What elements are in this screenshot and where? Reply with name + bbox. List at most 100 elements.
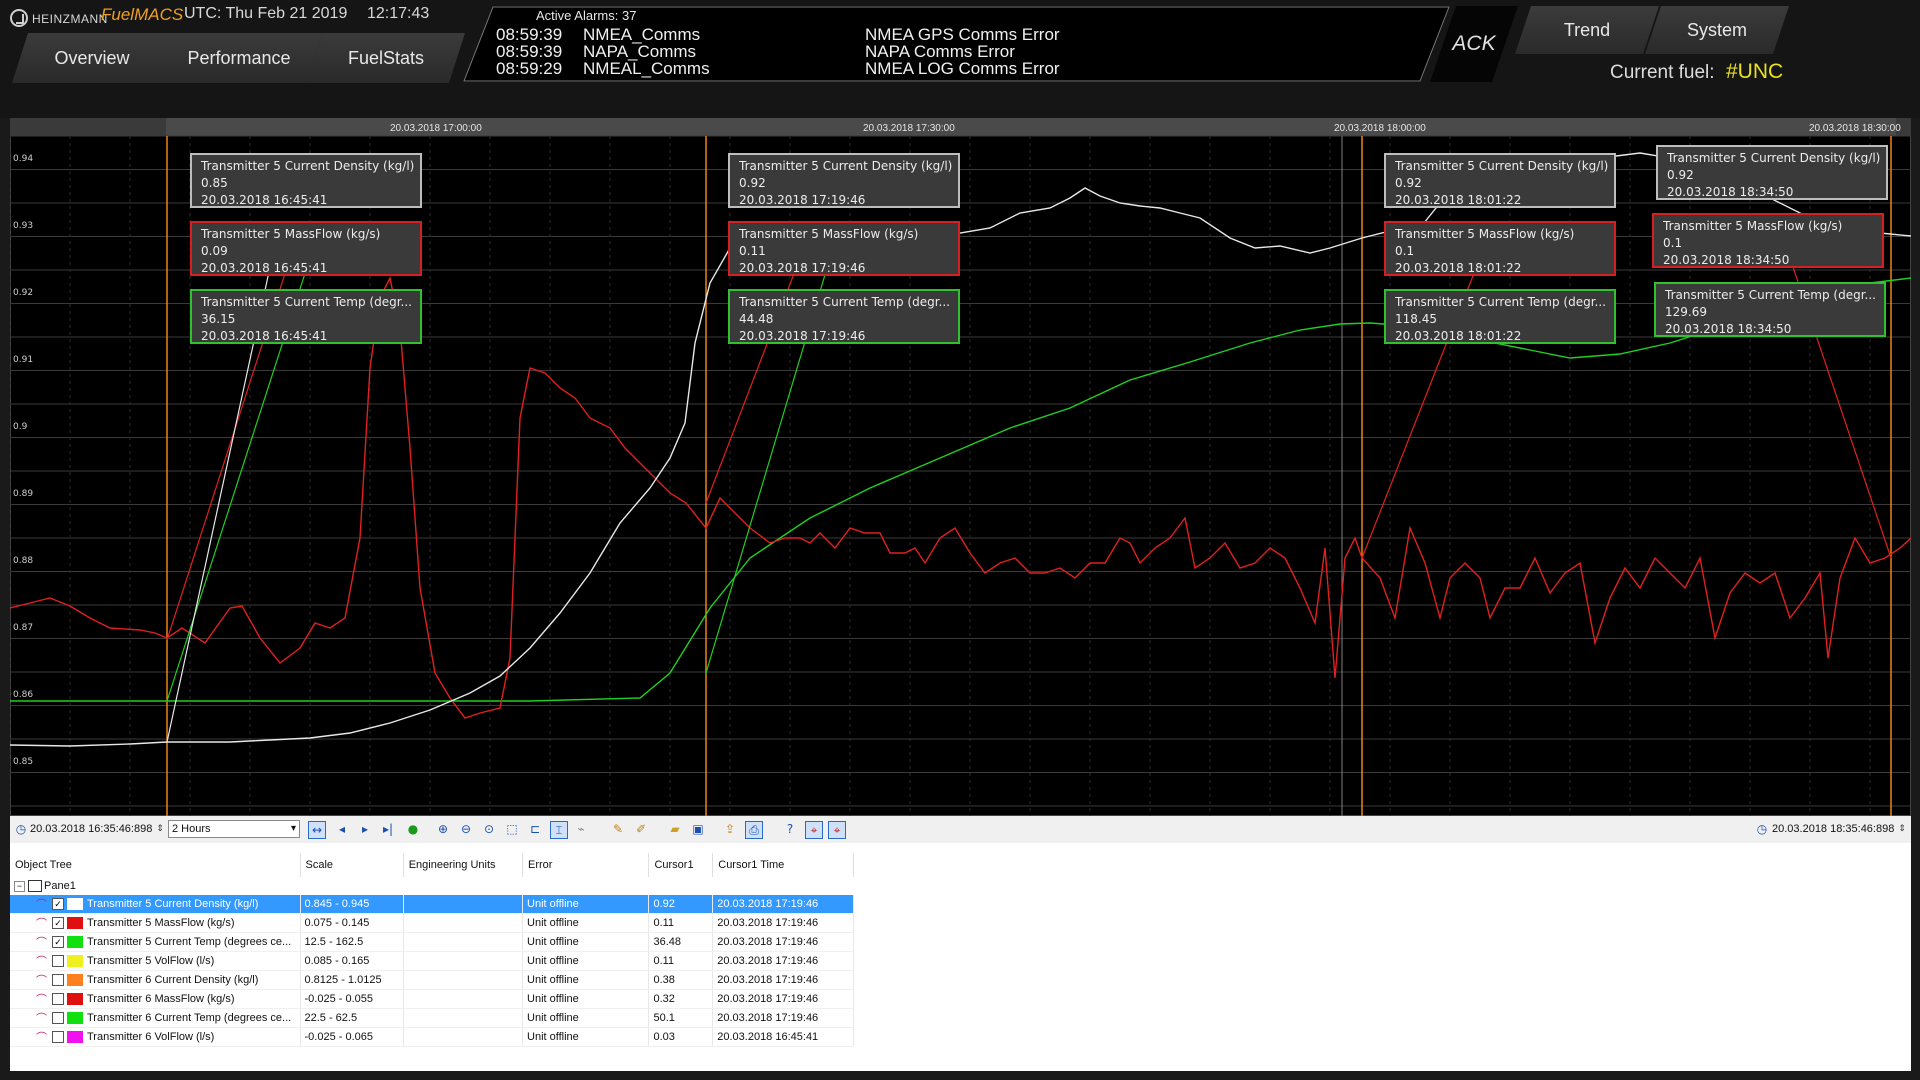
column-header[interactable]: Error (522, 853, 650, 877)
end-time-clock-icon[interactable]: ◷ (1754, 821, 1770, 837)
color-swatch[interactable] (67, 917, 83, 929)
cell-cursor-time: 20.03.2018 17:19:46 (712, 970, 854, 990)
next-icon[interactable]: ▸| (380, 821, 396, 837)
y-axis-labels: 0.94 0.93 0.92 0.91 0.9 0.89 0.88 0.87 0… (13, 154, 33, 767)
column-header[interactable]: Engineering Units (403, 853, 524, 877)
cursor-tooltip-density[interactable]: Transmitter 5 Current Density (kg/l) 0.9… (1656, 145, 1888, 200)
print-icon[interactable]: ⎙ (745, 821, 763, 839)
cursor-tooltip-massflow[interactable]: Transmitter 5 MassFlow (kg/s) 0.11 20.03… (728, 221, 960, 276)
zoom-in-icon[interactable]: ⊕ (435, 821, 451, 837)
tooltip-value: 0.09 (201, 244, 228, 258)
tooltip-title: Transmitter 5 Current Temp (degr... (739, 295, 950, 309)
tab-overview[interactable]: Overview (12, 33, 172, 83)
pen-alt-icon[interactable]: ✐ (633, 821, 649, 837)
cursor-tooltip-massflow[interactable]: Transmitter 5 MassFlow (kg/s) 0.1 20.03.… (1384, 221, 1616, 276)
open-icon[interactable]: ▰ (667, 821, 683, 837)
cell-name: ⌒ Transmitter 6 MassFlow (kg/s) (10, 989, 301, 1009)
cell-units (403, 951, 524, 971)
trend-line-icon: ⌒ (36, 975, 47, 987)
cursor-tooltip-temp[interactable]: Transmitter 5 Current Temp (degr... 44.4… (728, 289, 960, 344)
zoom-box-icon[interactable]: ⬚ (504, 821, 520, 837)
cursor-mode-1-icon[interactable]: ⌖ (805, 821, 823, 839)
help-icon[interactable]: ? (782, 821, 798, 837)
pane-row[interactable]: − Pane1 (10, 877, 854, 895)
visibility-checkbox[interactable]: ✓ (52, 936, 64, 948)
zoom-out-icon[interactable]: ⊖ (458, 821, 474, 837)
column-header[interactable]: Cursor1 (648, 853, 714, 877)
collapse-icon[interactable]: − (14, 880, 25, 892)
color-swatch[interactable] (67, 955, 83, 967)
visibility-checkbox[interactable] (52, 993, 64, 1005)
alarm-source: NMEAL_Comms (583, 59, 710, 78)
cursor-tooltip-density[interactable]: Transmitter 5 Current Density (kg/l) 0.9… (1384, 153, 1616, 208)
tooltip-time: 20.03.2018 18:01:22 (1395, 261, 1522, 275)
column-header[interactable]: Object Tree (10, 853, 301, 877)
table-row[interactable]: ⌒ ✓ Transmitter 5 MassFlow (kg/s) 0.075 - 0… (10, 913, 854, 933)
visibility-checkbox[interactable]: ✓ (52, 917, 64, 929)
record-icon[interactable]: ● (405, 821, 421, 837)
save-icon[interactable]: ▣ (690, 821, 706, 837)
color-swatch[interactable] (67, 898, 83, 910)
cell-cursor: 0.92 (648, 895, 714, 914)
column-header[interactable]: Cursor1 Time (712, 853, 854, 877)
cell-cursor: 0.11 (648, 951, 714, 971)
fit-icon[interactable]: ↔ (308, 821, 326, 839)
start-time-field[interactable]: 20.03.2018 16:35:46:898 (30, 820, 152, 838)
cursor-tooltip-density[interactable]: Transmitter 5 Current Density (kg/l) 0.9… (728, 153, 960, 208)
cursor-mode-2-icon[interactable]: ⌖ (828, 821, 846, 839)
cell-cursor-time: 20.03.2018 17:19:46 (712, 913, 854, 933)
start-time-spin-icon[interactable]: ⇕ (152, 821, 168, 837)
series-name: Transmitter 5 MassFlow (kg/s) (87, 916, 235, 929)
visibility-checkbox[interactable]: ✓ (52, 898, 64, 910)
tab-system[interactable]: System (1645, 6, 1789, 54)
zoom-reset-icon[interactable]: ⊙ (481, 821, 497, 837)
time-range-select[interactable]: 2 Hours (168, 820, 300, 838)
cursor-link-icon[interactable]: ⌁ (573, 821, 589, 837)
cursor-tooltip-temp[interactable]: Transmitter 5 Current Temp (degr... 129.… (1654, 282, 1886, 337)
end-time-spin-icon[interactable]: ⇕ (1894, 821, 1910, 837)
color-swatch[interactable] (67, 993, 83, 1005)
y-axis-label: 0.94 (13, 154, 33, 164)
table-row[interactable]: ⌒ ✓ Transmitter 5 Current Temp (degrees ce… (10, 932, 854, 952)
table-row[interactable]: ⌒ ✓ Transmitter 5 Current Density (kg/l) 0.… (10, 895, 854, 914)
cursor-tooltip-massflow[interactable]: Transmitter 5 MassFlow (kg/s) 0.1 20.03.… (1652, 213, 1884, 268)
alarm-source: NMEA_Comms (583, 25, 701, 44)
cursor-tooltip-density[interactable]: Transmitter 5 Current Density (kg/l) 0.8… (190, 153, 422, 208)
visibility-checkbox[interactable] (52, 974, 64, 986)
table-row[interactable]: ⌒ Transmitter 5 VolFlow (l/s) 0.085 - 0.16… (10, 951, 854, 971)
end-time-field[interactable]: 20.03.2018 18:35:46:898 (1772, 820, 1894, 838)
y-axis-label: 0.93 (13, 221, 33, 231)
cell-scale: 0.8125 - 1.0125 (300, 970, 404, 990)
start-time-clock-icon[interactable]: ◷ (13, 821, 29, 837)
table-row[interactable]: ⌒ Transmitter 6 Current Density (kg/l) 0.8… (10, 970, 854, 990)
cursor-tooltip-temp[interactable]: Transmitter 5 Current Temp (degr... 118.… (1384, 289, 1616, 344)
color-swatch[interactable] (67, 1012, 83, 1024)
export-icon[interactable]: ⇪ (722, 821, 738, 837)
cursor-tooltip-massflow[interactable]: Transmitter 5 MassFlow (kg/s) 0.09 20.03… (190, 221, 422, 276)
tooltip-title: Transmitter 5 Current Temp (degr... (1395, 295, 1606, 309)
table-row[interactable]: ⌒ Transmitter 6 VolFlow (l/s) -0.025 - 0.0… (10, 1027, 854, 1047)
visibility-checkbox[interactable] (52, 1031, 64, 1043)
column-header[interactable]: Scale (300, 853, 404, 877)
color-swatch[interactable] (67, 936, 83, 948)
pen-icon[interactable]: ✎ (610, 821, 626, 837)
axis-icon[interactable]: ⊏ (527, 821, 543, 837)
trend-line-icon: ⌒ (36, 937, 47, 949)
color-swatch[interactable] (67, 974, 83, 986)
cell-units (403, 932, 524, 952)
play-icon[interactable]: ▸ (357, 821, 373, 837)
visibility-checkbox[interactable] (52, 955, 64, 967)
tab-trend[interactable]: Trend (1515, 6, 1659, 54)
tab-performance[interactable]: Performance (155, 33, 323, 83)
color-swatch[interactable] (67, 1031, 83, 1043)
table-row[interactable]: ⌒ Transmitter 6 Current Temp (degrees ce.… (10, 1008, 854, 1028)
trend-line-icon: ⌒ (36, 918, 47, 930)
alarm-message: NMEA LOG Comms Error (865, 59, 1060, 78)
tab-fuelstats[interactable]: FuelStats (307, 33, 465, 83)
cursor-icon[interactable]: ⌶ (550, 821, 568, 839)
table-row[interactable]: ⌒ Transmitter 6 MassFlow (kg/s) -0.025 - 0… (10, 989, 854, 1009)
cursor-tooltip-temp[interactable]: Transmitter 5 Current Temp (degr... 36.1… (190, 289, 422, 344)
prev-icon[interactable]: ◂ (334, 821, 350, 837)
visibility-checkbox[interactable] (52, 1012, 64, 1024)
series-name: Transmitter 6 Current Temp (degrees ce..… (87, 1011, 292, 1024)
